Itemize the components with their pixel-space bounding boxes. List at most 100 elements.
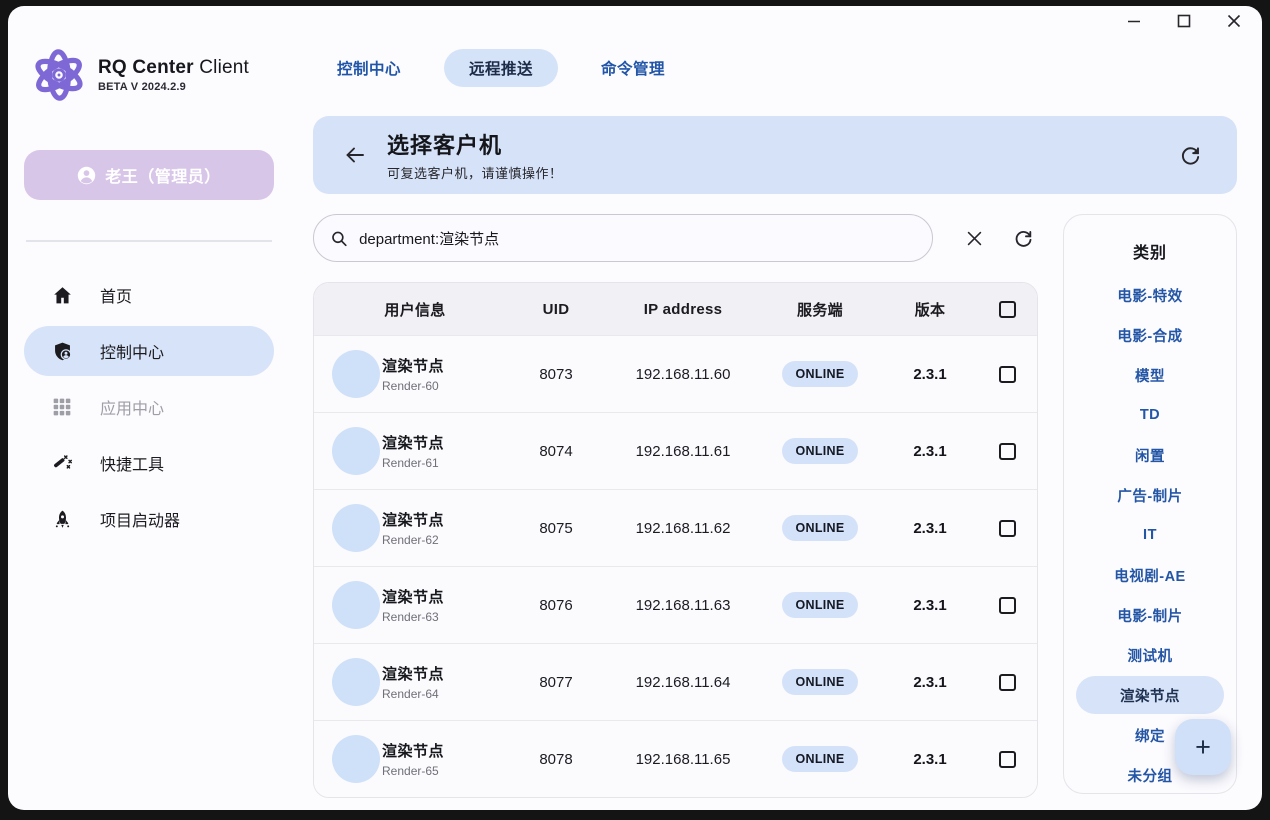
search-refresh-button[interactable] [1008, 223, 1038, 253]
left-sidebar: RQ Center Client BETA V 2024.2.9 老王（管理员）… [8, 20, 290, 810]
category-item[interactable]: 模型 [1076, 355, 1224, 395]
category-item[interactable]: 广告-制片 [1076, 475, 1224, 515]
client-ip: 192.168.11.65 [608, 751, 758, 768]
close-button[interactable] [1224, 11, 1244, 31]
client-version: 2.3.1 [882, 366, 978, 383]
client-name-cell: 渲染节点 Render-61 [382, 432, 504, 470]
avatar-cell [326, 735, 382, 783]
category-list: 电影-特效 电影-合成 模型 TD 闲置 广告-制片 IT 电视剧-AE [1076, 275, 1224, 795]
client-hostname: Render-64 [382, 687, 504, 701]
client-ip: 192.168.11.61 [608, 443, 758, 460]
status-badge: ONLINE [782, 746, 857, 772]
sidebar-item-quick-tools[interactable]: 快捷工具 [24, 438, 274, 488]
category-item-label: 模型 [1135, 365, 1165, 386]
category-item-label: 绑定 [1135, 725, 1165, 746]
sidebar-nav: 首页 控制中心 应用中心 快捷工具 [24, 270, 274, 544]
client-uid: 8074 [504, 443, 608, 460]
top-tab[interactable]: 远程推送 [444, 49, 558, 87]
category-item[interactable]: 电影-制片 [1076, 595, 1224, 635]
app-window: RQ Center Client BETA V 2024.2.9 老王（管理员）… [8, 6, 1262, 810]
sidebar-item-label: 控制中心 [100, 339, 164, 363]
search-toolbar [313, 214, 1038, 262]
table-row[interactable]: 渲染节点 Render-61 8074 192.168.11.61 ONLINE… [314, 412, 1037, 489]
checkbox-cell [978, 597, 1037, 614]
sidebar-item-control-center[interactable]: 控制中心 [24, 326, 274, 376]
checkbox-cell [978, 443, 1037, 460]
status-badge: ONLINE [782, 515, 857, 541]
client-name-cell: 渲染节点 Render-60 [382, 355, 504, 393]
client-uid: 8073 [504, 366, 608, 383]
category-item-label: 未分组 [1128, 765, 1173, 786]
category-item-label: IT [1143, 527, 1157, 543]
grid-icon [51, 396, 73, 418]
client-hostname: Render-65 [382, 764, 504, 778]
category-item[interactable]: 电视剧-AE [1076, 555, 1224, 595]
client-version: 2.3.1 [882, 597, 978, 614]
row-checkbox[interactable] [999, 751, 1016, 768]
category-item[interactable]: TD [1076, 395, 1224, 435]
header-refresh-button[interactable] [1175, 140, 1205, 170]
client-name: 渲染节点 [382, 432, 504, 453]
table-row[interactable]: 渲染节点 Render-64 8077 192.168.11.64 ONLINE… [314, 643, 1037, 720]
column-header-version: 版本 [882, 299, 978, 320]
sidebar-item-project-launcher[interactable]: 项目启动器 [24, 494, 274, 544]
client-avatar [332, 427, 380, 475]
category-item[interactable]: 渲染节点 [1076, 676, 1224, 714]
user-icon [77, 166, 96, 185]
magic-wand-icon [51, 452, 73, 474]
checkbox-cell [978, 674, 1037, 691]
top-tab-label: 命令管理 [601, 57, 665, 79]
plus-icon: + [1195, 732, 1211, 763]
search-input[interactable] [359, 230, 916, 247]
top-tab[interactable]: 命令管理 [576, 49, 690, 87]
client-avatar [332, 658, 380, 706]
top-tabs: 控制中心 远程推送 命令管理 [290, 48, 1262, 88]
row-checkbox[interactable] [999, 520, 1016, 537]
client-name: 渲染节点 [382, 355, 504, 376]
avatar-cell [326, 581, 382, 629]
page-header-texts: 选择客户机 可复选客户机，请谨慎操作！ [387, 128, 563, 182]
client-table: 用户信息 UID IP address 服务端 版本 [313, 282, 1038, 798]
avatar-cell [326, 350, 382, 398]
client-ip: 192.168.11.60 [608, 366, 758, 383]
status-badge: ONLINE [782, 592, 857, 618]
home-icon [51, 284, 73, 306]
search-box[interactable] [313, 214, 933, 262]
rocket-icon [51, 508, 73, 530]
user-badge[interactable]: 老王（管理员） [24, 150, 274, 200]
category-item[interactable]: 测试机 [1076, 635, 1224, 675]
row-checkbox[interactable] [999, 597, 1016, 614]
add-button[interactable]: + [1175, 719, 1231, 775]
row-checkbox[interactable] [999, 366, 1016, 383]
shield-user-icon [51, 340, 73, 362]
category-item-label: 广告-制片 [1117, 485, 1182, 506]
row-checkbox[interactable] [999, 443, 1016, 460]
back-button[interactable] [340, 140, 370, 170]
top-tab[interactable]: 控制中心 [312, 49, 426, 87]
sidebar-item-home[interactable]: 首页 [24, 270, 274, 320]
category-item[interactable]: IT [1076, 515, 1224, 555]
client-version: 2.3.1 [882, 520, 978, 537]
maximize-button[interactable] [1174, 11, 1194, 31]
client-uid: 8077 [504, 674, 608, 691]
client-avatar [332, 504, 380, 552]
table-row[interactable]: 渲染节点 Render-65 8078 192.168.11.65 ONLINE… [314, 720, 1037, 797]
category-item[interactable]: 电影-合成 [1076, 315, 1224, 355]
select-all-checkbox[interactable] [999, 301, 1016, 318]
client-list-column: 用户信息 UID IP address 服务端 版本 [313, 214, 1038, 798]
client-hostname: Render-61 [382, 456, 504, 470]
minimize-button[interactable] [1124, 11, 1144, 31]
row-checkbox[interactable] [999, 674, 1016, 691]
sidebar-item-label: 应用中心 [100, 395, 164, 419]
column-header-ip: IP address [608, 301, 758, 318]
client-ip: 192.168.11.64 [608, 674, 758, 691]
category-item-label: 电影-制片 [1117, 605, 1182, 626]
clear-search-button[interactable] [959, 223, 989, 253]
search-icon [330, 229, 348, 248]
category-item[interactable]: 电影-特效 [1076, 275, 1224, 315]
sidebar-item-app-center[interactable]: 应用中心 [24, 382, 274, 432]
table-row[interactable]: 渲染节点 Render-60 8073 192.168.11.60 ONLINE… [314, 335, 1037, 412]
category-item[interactable]: 闲置 [1076, 435, 1224, 475]
table-row[interactable]: 渲染节点 Render-62 8075 192.168.11.62 ONLINE… [314, 489, 1037, 566]
table-row[interactable]: 渲染节点 Render-63 8076 192.168.11.63 ONLINE… [314, 566, 1037, 643]
